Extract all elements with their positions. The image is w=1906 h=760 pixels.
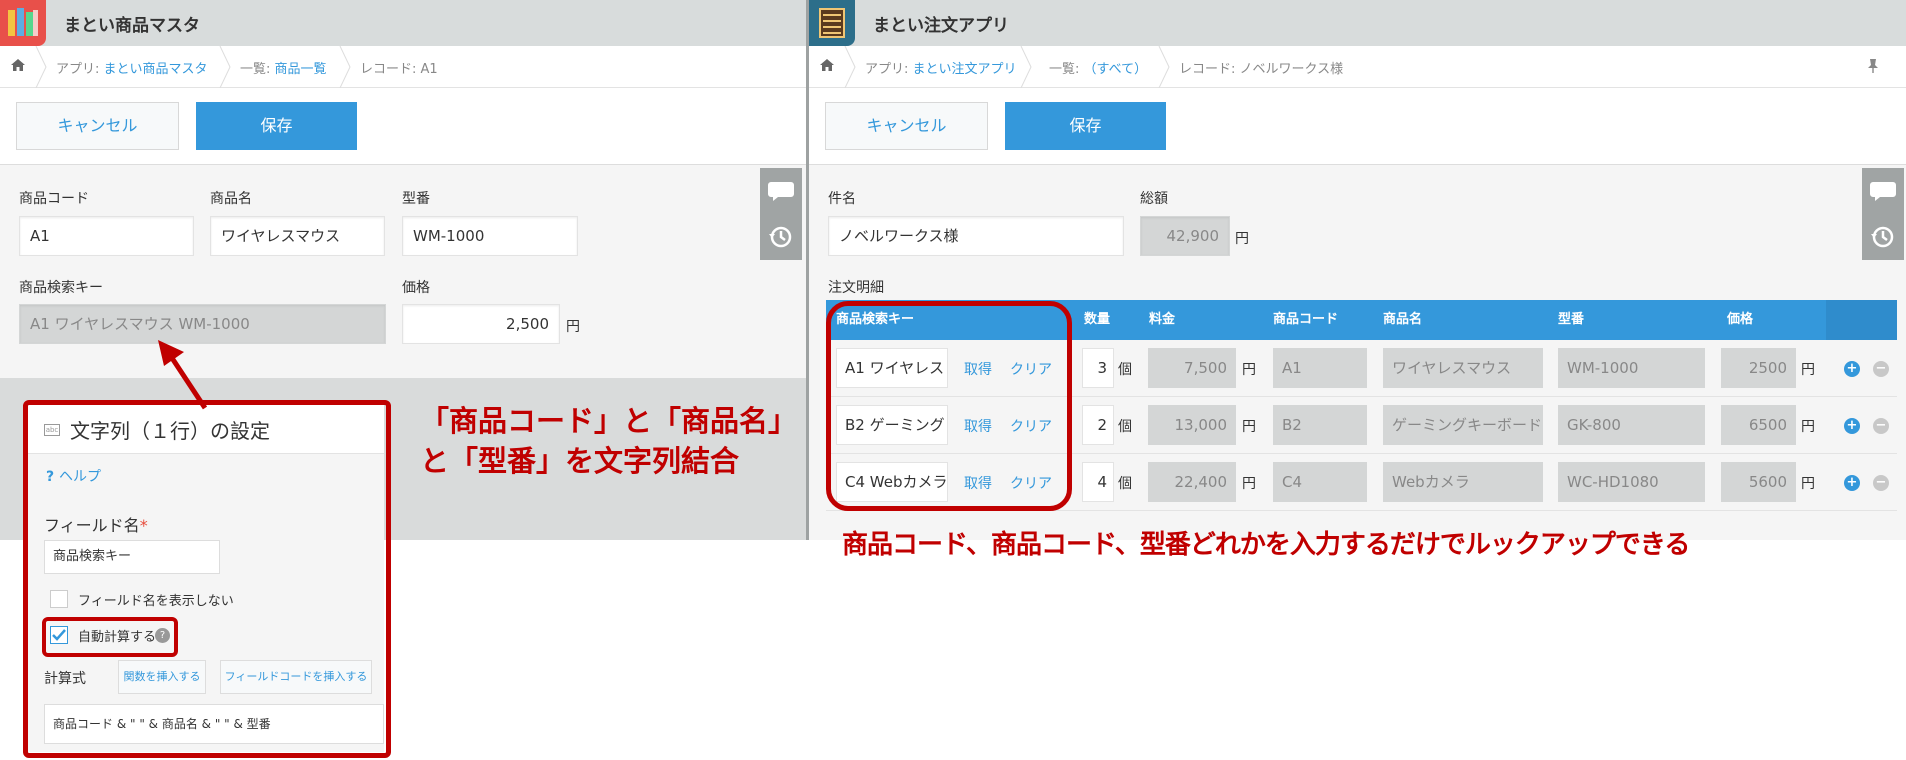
col-header-name: 商品名 [1383,312,1423,327]
left-app-title: まとい商品マスタ [64,16,200,36]
comment-icon[interactable] [1862,168,1904,214]
col-header-qty: 数量 [1084,312,1111,327]
model-input[interactable]: WM-1000 [402,216,578,256]
subject-input[interactable]: ノベルワークス様 [828,216,1124,256]
row-name: ゲーミングキーボード [1383,405,1543,445]
right-toolbar: キャンセル 保存 [809,88,1906,165]
history-icon[interactable] [760,214,802,260]
right-crumb-record: レコード: ノベルワークス様 [1179,62,1344,77]
pin-icon[interactable] [1866,58,1880,78]
concat-annotation-line2: と「型番」を文字列結合 [420,444,740,478]
row-qty-input[interactable]: 2 [1082,405,1114,445]
row-name: Webカメラ [1383,462,1543,502]
settings-highlight-box [23,400,391,758]
left-crumb-record: レコード: A1 [360,62,438,77]
right-cancel-button[interactable]: キャンセル [825,102,988,150]
qty-unit: 個 [1118,362,1132,378]
qty-unit: 個 [1118,419,1132,435]
row-qty-input[interactable]: 4 [1082,462,1114,502]
row-qty-input[interactable]: 3 [1082,348,1114,388]
right-breadcrumb: アプリ: まとい注文アプリ 一覧: （すべて） レコード: ノベルワークス様 [809,46,1906,88]
row-code: C4 [1273,462,1367,502]
qty-unit: 個 [1118,476,1132,492]
row-price: 5600 [1721,462,1796,502]
price-label: 価格 [402,280,430,296]
right-crumb-app[interactable]: アプリ: まとい注文アプリ [865,58,1017,77]
left-crumb-list[interactable]: 一覧: 商品一覧 [240,58,327,77]
name-label: 商品名 [210,191,252,207]
left-crumb-app[interactable]: アプリ: まとい商品マスタ [56,58,208,77]
row-code: B2 [1273,405,1367,445]
remove-row-icon[interactable]: − [1873,475,1889,491]
add-row-icon[interactable]: + [1844,418,1860,434]
home-icon[interactable] [10,57,26,77]
table-header-action-col [1826,300,1897,340]
remove-row-icon[interactable]: − [1873,361,1889,377]
left-breadcrumb: アプリ: まとい商品マスタ 一覧: 商品一覧 レコード: A1 [0,46,808,88]
left-app-header: まとい商品マスタ [0,0,808,46]
row-price: 6500 [1721,405,1796,445]
row-model: GK-800 [1558,405,1705,445]
model-label: 型番 [402,191,430,207]
right-crumb-list[interactable]: 一覧: （すべて） [1049,58,1147,77]
code-input[interactable]: A1 [19,216,194,256]
concat-annotation-line1: 「商品コード」と「商品名」 [420,404,798,438]
code-label: 商品コード [19,191,89,207]
row-name: ワイヤレスマウス [1383,348,1543,388]
col-header-price: 価格 [1727,312,1754,327]
comment-icon[interactable] [760,168,802,214]
add-row-icon[interactable]: + [1844,361,1860,377]
right-save-button[interactable]: 保存 [1005,102,1166,150]
row-price: 2500 [1721,348,1796,388]
yen-unit: 円 [1801,362,1815,378]
yen-unit: 円 [1801,419,1815,435]
order-details-label: 注文明細 [828,280,884,296]
row-fee: 22,400 [1148,462,1236,502]
col-header-code: 商品コード [1273,312,1339,327]
order-app-icon [809,0,855,46]
row-model: WC-HD1080 [1558,462,1705,502]
row-code: A1 [1273,348,1367,388]
row-fee: 7,500 [1148,348,1236,388]
remove-row-icon[interactable]: − [1873,418,1889,434]
home-icon[interactable] [819,57,835,77]
total-unit: 円 [1235,231,1249,247]
total-label: 総額 [1140,191,1168,207]
col-header-fee: 料金 [1149,312,1176,327]
lookup-annotation: 商品コード、商品コード、型番どれかを入力するだけでルックアップできる [842,530,1690,560]
subject-label: 件名 [828,191,856,207]
row-model: WM-1000 [1558,348,1705,388]
right-app-header: まとい注文アプリ [809,0,1906,46]
yen-unit: 円 [1801,476,1815,492]
left-toolbar: キャンセル 保存 [0,88,808,165]
right-app-title: まとい注文アプリ [873,16,1009,36]
row-fee: 13,000 [1148,405,1236,445]
history-icon[interactable] [1862,214,1904,260]
add-row-icon[interactable]: + [1844,475,1860,491]
name-input[interactable]: ワイヤレスマウス [210,216,385,256]
yen-unit: 円 [1242,419,1256,435]
price-unit: 円 [566,319,580,335]
product-master-app-icon [0,0,46,46]
yen-unit: 円 [1242,362,1256,378]
left-save-button[interactable]: 保存 [196,102,357,150]
search-key-highlight-box [826,301,1072,511]
price-input[interactable]: 2,500 [402,304,560,344]
total-readonly: 42,900 [1140,216,1230,256]
col-header-model: 型番 [1558,312,1585,327]
searchkey-label: 商品検索キー [19,280,103,296]
searchkey-readonly: A1 ワイヤレスマウス WM-1000 [19,304,386,344]
left-cancel-button[interactable]: キャンセル [16,102,179,150]
auto-calc-highlight-box [42,617,178,657]
yen-unit: 円 [1242,476,1256,492]
